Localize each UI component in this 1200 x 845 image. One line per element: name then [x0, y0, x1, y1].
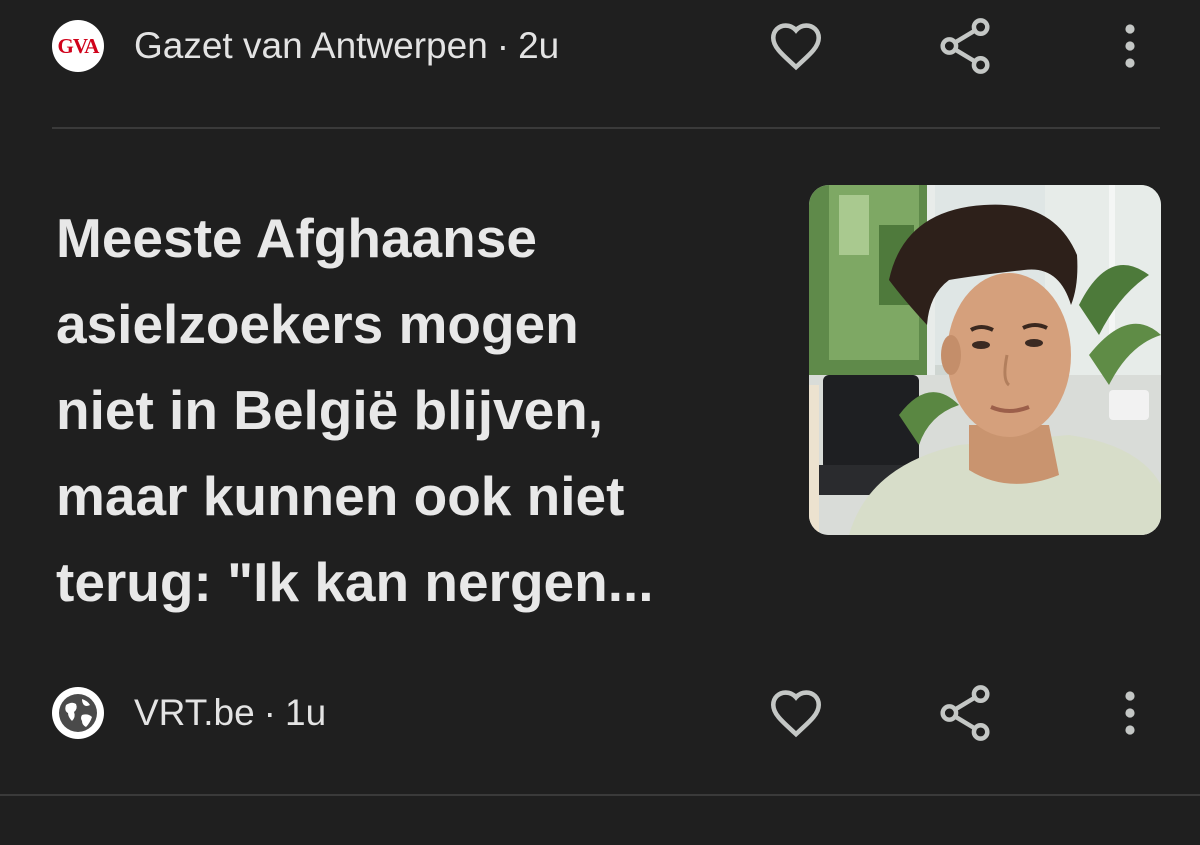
news-feed: GVA Gazet van Antwerpen · 2u Meeste Afgh… — [0, 0, 1200, 845]
article-headline[interactable]: Meeste Afghaanse asielzoekers mogen niet… — [56, 195, 756, 625]
more-options-button[interactable] — [1100, 683, 1160, 743]
headline-line: asielzoekers mogen — [56, 293, 579, 355]
share-button[interactable] — [935, 16, 995, 76]
more-vert-icon — [1125, 24, 1135, 68]
gva-logo-text: GVA — [57, 33, 100, 58]
article-age: 1u — [285, 692, 327, 733]
share-icon — [940, 18, 990, 74]
article-thumbnail[interactable] — [809, 185, 1161, 535]
source-name: VRT.be — [134, 692, 255, 733]
article-source-row: VRT.be · 1u — [52, 683, 1160, 743]
heart-outline-icon — [770, 23, 822, 71]
share-button[interactable] — [935, 683, 995, 743]
headline-line: niet in België blijven, — [56, 379, 604, 441]
favorite-button[interactable] — [766, 16, 826, 76]
headline-line: terug: "Ik kan nergen... — [56, 551, 654, 613]
globe-icon — [52, 687, 104, 739]
card-divider — [52, 127, 1160, 129]
thumbnail-photo — [809, 185, 1161, 535]
gva-logo: GVA — [52, 20, 104, 72]
headline-line: Meeste Afghaanse — [56, 207, 537, 269]
separator: · — [263, 692, 276, 733]
share-icon — [940, 685, 990, 741]
more-options-button[interactable] — [1100, 16, 1160, 76]
previous-article-source-row: GVA Gazet van Antwerpen · 2u — [52, 16, 1160, 76]
source-label: VRT.be · 1u — [134, 692, 326, 734]
article-age: 2u — [518, 25, 560, 66]
heart-outline-icon — [770, 690, 822, 738]
favorite-button[interactable] — [766, 683, 826, 743]
card-divider — [0, 794, 1200, 796]
more-vert-icon — [1125, 691, 1135, 735]
separator: · — [496, 25, 510, 66]
globe-icon-graphic — [59, 694, 97, 732]
source-label: Gazet van Antwerpen · 2u — [134, 25, 559, 67]
headline-line: maar kunnen ook niet — [56, 465, 625, 527]
source-name: Gazet van Antwerpen — [134, 25, 488, 66]
